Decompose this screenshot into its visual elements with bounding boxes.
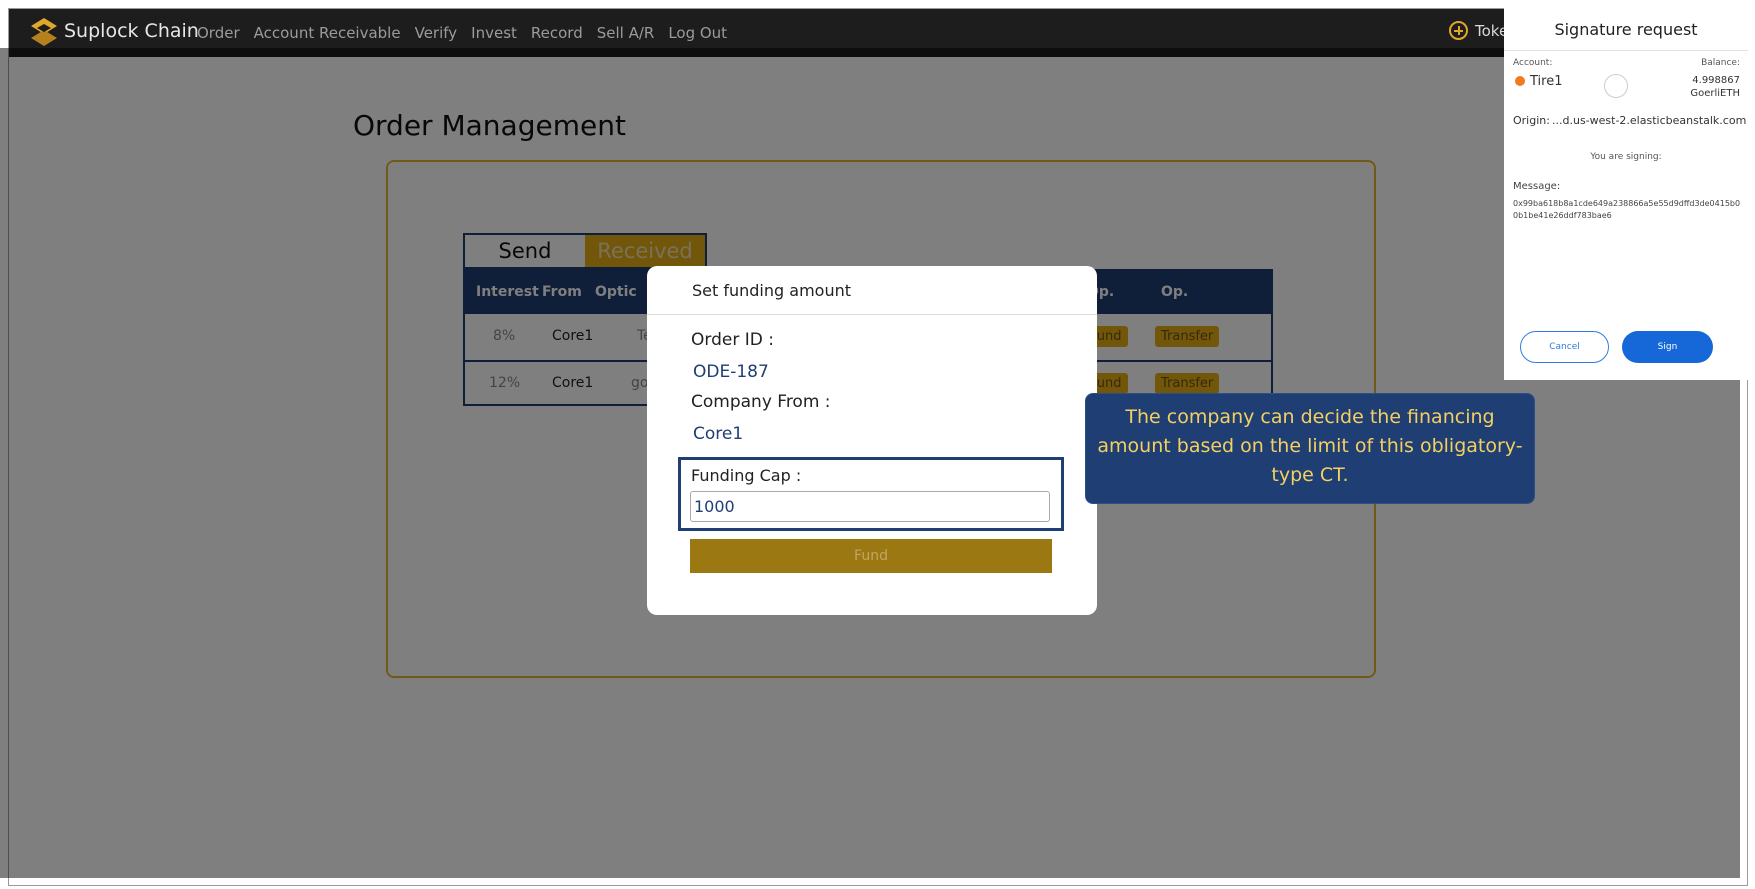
signature-title: Signature request <box>1554 20 1698 39</box>
nav-link-account-receivable[interactable]: Account Receivable <box>254 24 401 42</box>
funding-modal: Set funding amount Order ID : ODE-187 Co… <box>647 266 1097 615</box>
nav-links: Order Account Receivable Verify Invest R… <box>197 24 727 42</box>
plus-circle-icon <box>1449 21 1468 40</box>
cancel-button[interactable]: Cancel <box>1520 331 1609 363</box>
origin-value: ...d.us-west-2.elasticbeanstalk.com <box>1552 114 1747 127</box>
nav-link-log-out[interactable]: Log Out <box>668 24 727 42</box>
nav-link-order[interactable]: Order <box>197 24 240 42</box>
brand-name[interactable]: Suplock Chain <box>64 20 199 42</box>
suplock-logo-icon <box>31 18 57 46</box>
balance-unit: GoerliETH <box>1690 88 1740 99</box>
balance-label: Balance: <box>1701 58 1740 68</box>
funding-cap-label: Funding Cap : <box>691 466 802 485</box>
account-identicon-icon <box>1604 74 1628 98</box>
balance-amount: 4.998867 <box>1692 75 1740 86</box>
balance-value: 4.998867 GoerliETH <box>1690 74 1740 100</box>
modal-title: Set funding amount <box>692 281 851 300</box>
modal-header: Set funding amount <box>647 266 1097 315</box>
account-avatar-icon <box>1515 76 1525 86</box>
origin-label: Origin: <box>1513 114 1550 127</box>
message-value: 0x99ba618b8a1cde649a238866a5e55d9dffd3de… <box>1513 199 1741 220</box>
nav-link-sell-ar[interactable]: Sell A/R <box>597 24 655 42</box>
signing-text: You are signing: <box>1590 152 1662 162</box>
message-label: Message: <box>1513 181 1561 192</box>
nav-link-invest[interactable]: Invest <box>471 24 517 42</box>
funding-cap-input[interactable] <box>690 491 1050 522</box>
company-from-label: Company From : <box>691 392 831 412</box>
annotation-callout: The company can decide the financing amo… <box>1085 393 1535 504</box>
order-id-value: ODE-187 <box>693 362 769 382</box>
company-from-value: Core1 <box>693 424 744 444</box>
sign-button[interactable]: Sign <box>1622 331 1713 363</box>
order-id-label: Order ID : <box>691 330 774 350</box>
signature-divider <box>1504 50 1748 51</box>
nav-link-verify[interactable]: Verify <box>415 24 458 42</box>
account-label: Account: <box>1513 58 1553 68</box>
signature-request-popup: Signature request Account: Tire1 Balance… <box>1504 8 1748 380</box>
fund-button[interactable]: Fund <box>690 539 1052 573</box>
account-name: Tire1 <box>1530 74 1563 89</box>
nav-link-record[interactable]: Record <box>531 24 583 42</box>
